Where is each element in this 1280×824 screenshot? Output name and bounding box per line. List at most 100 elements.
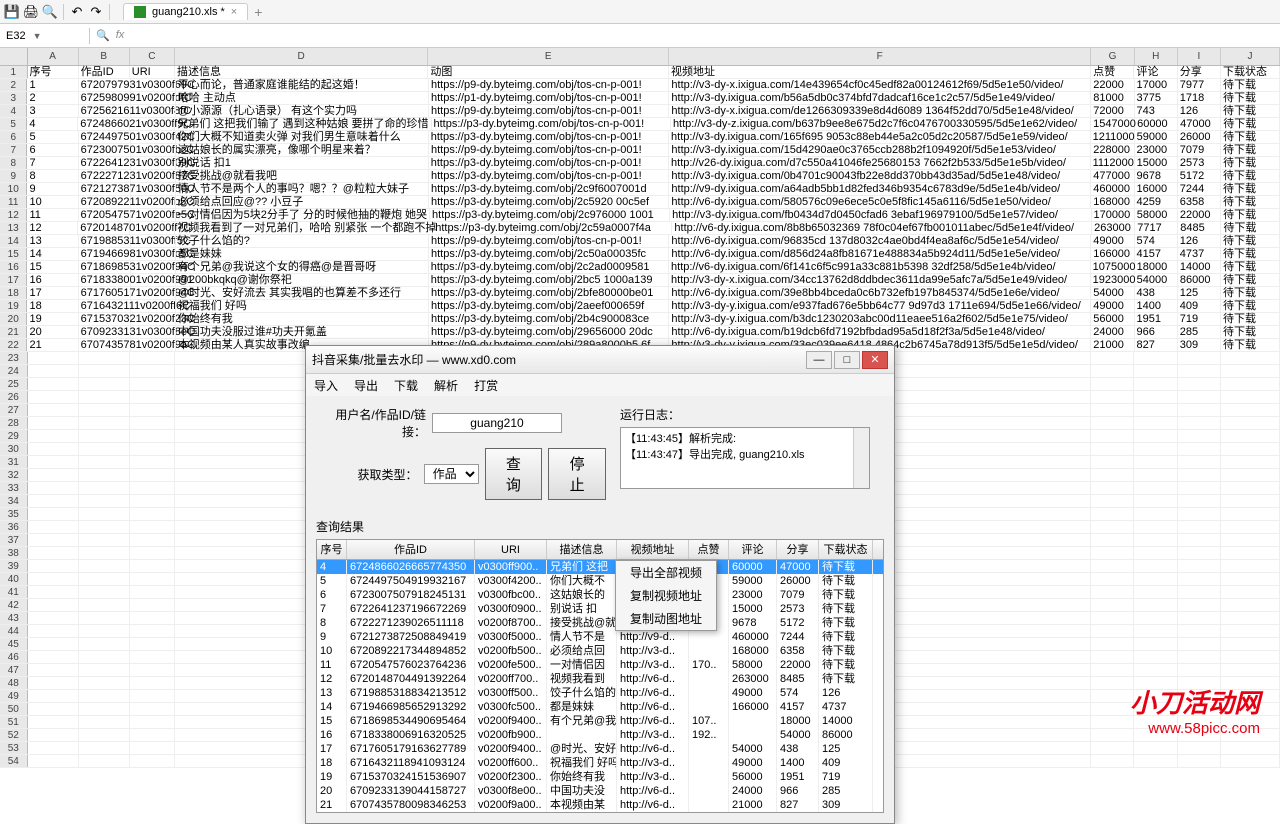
cell[interactable]: [130, 404, 175, 416]
results-row[interactable]: 216707435780098346253v0200f9a00..本视频由某ht…: [317, 798, 883, 812]
minimize-button[interactable]: —: [806, 351, 832, 369]
cell[interactable]: 待下载: [1221, 261, 1280, 273]
cell[interactable]: 22000: [1091, 79, 1134, 91]
cell[interactable]: https://p3-dy.byteimg.com/obj/2c9f600700…: [429, 183, 669, 195]
cell[interactable]: [1221, 404, 1280, 416]
results-col-header[interactable]: 作品ID: [347, 540, 475, 559]
results-col-header[interactable]: URI: [475, 540, 547, 559]
cell[interactable]: [130, 521, 175, 533]
cell[interactable]: 情人节不是两个人的事吗？嗯？？@粒粒大妹子: [176, 183, 429, 195]
row-number[interactable]: 5: [0, 118, 27, 130]
context-menu-item[interactable]: 导出全部视频: [616, 561, 716, 584]
row-number[interactable]: 42: [0, 599, 28, 611]
col-header[interactable]: D: [175, 48, 428, 65]
cell[interactable]: 1: [27, 79, 78, 91]
cell[interactable]: 3: [27, 105, 78, 117]
cell[interactable]: 16000: [1135, 183, 1178, 195]
cell[interactable]: [79, 651, 130, 663]
row-number[interactable]: 48: [0, 677, 28, 689]
cell[interactable]: https://p3-dy.byteimg.com/obj/29656000 2…: [429, 326, 669, 338]
row-number[interactable]: 21: [0, 326, 27, 338]
cell[interactable]: [131, 196, 176, 208]
cell[interactable]: 6719466981v0300fc5C: [79, 248, 131, 260]
row-number[interactable]: 28: [0, 417, 28, 429]
cell[interactable]: [130, 573, 175, 585]
cell[interactable]: https://p3-dy.byteimg.com/obj/tos-cn-p-0…: [429, 131, 669, 143]
cell[interactable]: [1178, 755, 1221, 767]
cell[interactable]: [28, 690, 79, 702]
cell[interactable]: [1091, 664, 1134, 676]
cell[interactable]: 7977: [1178, 79, 1221, 91]
cell[interactable]: [131, 79, 176, 91]
cell[interactable]: https://p3-dy.byteimg.com/obj/tos-cn-p-0…: [429, 157, 669, 169]
cell[interactable]: [79, 521, 130, 533]
cell[interactable]: [79, 625, 130, 637]
add-tab-icon[interactable]: +: [254, 4, 262, 20]
header-cell[interactable]: 描述信息: [175, 66, 428, 78]
cell[interactable]: http://v26-dy.ixigua.com/d7c550a41046fe2…: [669, 157, 1091, 169]
row-number[interactable]: 3: [0, 92, 27, 104]
cell[interactable]: 2573: [1178, 157, 1221, 169]
cell[interactable]: [1221, 495, 1280, 507]
cell[interactable]: 你始终有我: [176, 313, 429, 325]
row-number[interactable]: 34: [0, 495, 28, 507]
cell[interactable]: [1134, 352, 1177, 364]
cell[interactable]: http://v6-dy.ixigua.com/d856d24a8fb81671…: [669, 248, 1091, 260]
cell[interactable]: [28, 443, 79, 455]
preview-icon[interactable]: 🔍: [42, 4, 58, 20]
row-number[interactable]: 52: [0, 729, 28, 741]
cell[interactable]: [131, 131, 176, 143]
cell[interactable]: [79, 469, 130, 481]
cell[interactable]: [28, 703, 79, 715]
cell[interactable]: [1134, 547, 1177, 559]
cell[interactable]: [28, 378, 79, 390]
cell[interactable]: [28, 352, 79, 364]
row-number[interactable]: 15: [0, 248, 27, 260]
cell[interactable]: [1178, 495, 1221, 507]
row-number[interactable]: 14: [0, 235, 27, 247]
cell[interactable]: [79, 677, 130, 689]
cell[interactable]: [1178, 651, 1221, 663]
cell[interactable]: [1178, 742, 1221, 754]
cell[interactable]: 6717605171v0200f94C: [79, 287, 131, 299]
col-header[interactable]: G: [1091, 48, 1134, 65]
cell[interactable]: [1134, 495, 1177, 507]
cell[interactable]: [1221, 365, 1280, 377]
menu-item[interactable]: 下载: [394, 377, 418, 394]
cell[interactable]: [28, 638, 79, 650]
cell[interactable]: [130, 534, 175, 546]
cell[interactable]: [79, 729, 130, 741]
row-number[interactable]: 35: [0, 508, 28, 520]
cell[interactable]: [1178, 352, 1221, 364]
cell[interactable]: [1221, 417, 1280, 429]
col-header[interactable]: J: [1221, 48, 1280, 65]
redo-icon[interactable]: ↷: [88, 4, 104, 20]
cell[interactable]: 10: [27, 196, 78, 208]
cell[interactable]: [1134, 508, 1177, 520]
cell[interactable]: [131, 157, 176, 169]
cell[interactable]: [1091, 378, 1134, 390]
cell[interactable]: [131, 209, 176, 221]
cell[interactable]: https://p3-dy.byteimg.com/obj/2c5920 00c…: [429, 196, 669, 208]
row-number[interactable]: 8: [0, 157, 27, 169]
menu-item[interactable]: 打赏: [474, 377, 498, 394]
row-number[interactable]: 43: [0, 612, 28, 624]
cell[interactable]: 477000: [1091, 170, 1134, 182]
cell[interactable]: 6720797931v0300f69C: [79, 79, 131, 91]
close-icon[interactable]: ×: [231, 6, 237, 18]
cell[interactable]: [79, 612, 130, 624]
cell[interactable]: [79, 586, 130, 598]
cell[interactable]: [79, 495, 130, 507]
cell[interactable]: [130, 430, 175, 442]
cell[interactable]: http://v3-dy.ixigua.com/fb0434d7d0450cfa…: [670, 209, 1091, 221]
maximize-button[interactable]: □: [834, 351, 860, 369]
cell[interactable]: [1134, 560, 1177, 572]
cell[interactable]: [1178, 391, 1221, 403]
cell[interactable]: 6709233131v0300f8eC: [79, 326, 131, 338]
cell[interactable]: [1091, 703, 1134, 715]
cell[interactable]: [131, 326, 176, 338]
results-col-header[interactable]: 描述信息: [547, 540, 617, 559]
cell[interactable]: [131, 92, 176, 104]
cell[interactable]: [1091, 638, 1134, 650]
results-row[interactable]: 76722641237196672269v0300f0900..别说话 扣150…: [317, 602, 883, 616]
